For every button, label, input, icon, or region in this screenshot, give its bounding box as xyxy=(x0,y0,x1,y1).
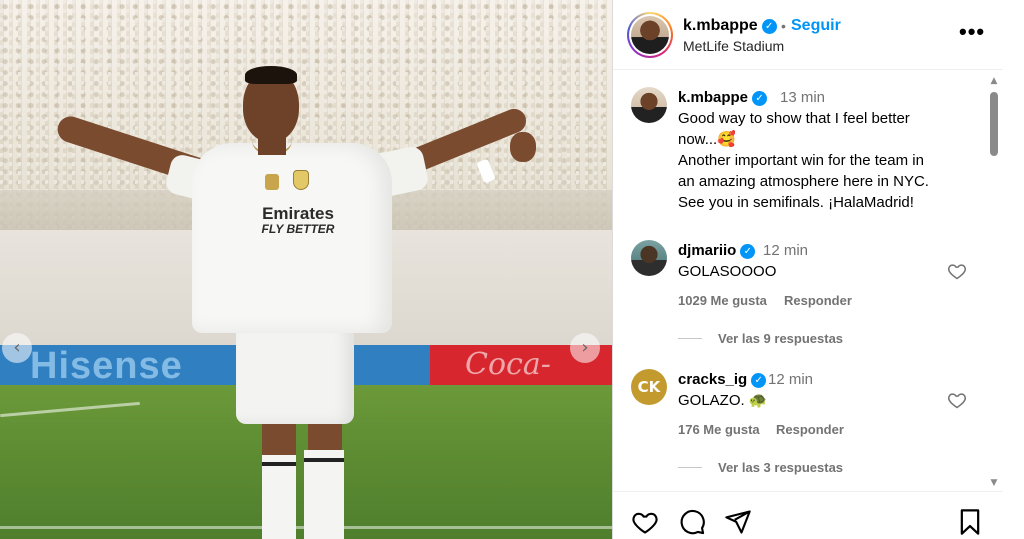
caption-username-text[interactable]: k.mbappe xyxy=(678,89,748,106)
scroll-up-arrow-icon[interactable]: ▲ xyxy=(989,76,999,86)
caption-line: now...🥰 xyxy=(678,131,736,148)
scrollbar-thumb[interactable] xyxy=(990,92,998,156)
player-shorts xyxy=(236,322,354,424)
instagram-post-window: Hisense Coca-Cola Emirates FLY BETTER xyxy=(0,0,1024,539)
comment-text: GOLASOOOO xyxy=(678,263,777,280)
comment-username-text[interactable]: djmariio xyxy=(678,242,736,259)
sock-stripe xyxy=(262,462,296,466)
shirt-sponsor: Emirates xyxy=(262,204,334,223)
chevron-right-icon: › xyxy=(581,337,589,358)
caption-line: Another important win for the team in xyxy=(678,152,924,169)
comment-likes[interactable]: 176 Me gusta xyxy=(678,422,760,437)
club-badge-icon xyxy=(265,174,279,190)
comment-likes[interactable]: 1029 Me gusta xyxy=(678,293,767,308)
follow-button[interactable]: Seguir xyxy=(791,17,841,35)
comment-avatar[interactable]: CK xyxy=(631,369,667,405)
post-actions-bar xyxy=(613,491,1003,539)
comment-username[interactable]: djmariio ✓ xyxy=(678,242,756,259)
more-options-icon[interactable]: ••• xyxy=(959,21,985,43)
comment-time[interactable]: 12 min xyxy=(763,242,808,259)
comments-scrollbar[interactable]: ▲ ▼ xyxy=(987,74,1001,490)
caption-time[interactable]: 13 min xyxy=(780,89,825,106)
player-figure: Emirates FLY BETTER xyxy=(40,60,540,539)
save-bookmark-icon[interactable] xyxy=(956,508,984,536)
replies-divider xyxy=(678,338,702,339)
reply-button[interactable]: Responder xyxy=(784,293,852,308)
author-username-text[interactable]: k.mbappe xyxy=(683,17,758,34)
player-right-hand xyxy=(510,132,536,162)
comment-username[interactable]: cracks_ig ✓ xyxy=(678,371,767,388)
view-replies-button[interactable]: Ver las 3 respuestas xyxy=(718,460,843,475)
post-photo[interactable]: Hisense Coca-Cola Emirates FLY BETTER xyxy=(0,0,612,539)
header-separator: • xyxy=(781,18,786,34)
post-side-panel: k.mbappe ✓ • Seguir MetLife Stadium ••• k… xyxy=(612,0,1003,539)
verified-badge-icon: ✓ xyxy=(761,19,777,34)
crest-icon xyxy=(293,170,309,190)
comment-bubble-icon[interactable] xyxy=(678,508,706,536)
player-shirt xyxy=(192,143,392,333)
avatar-inner xyxy=(629,14,671,56)
location-link[interactable]: MetLife Stadium xyxy=(683,38,784,54)
player-wristband xyxy=(476,158,496,184)
reply-button[interactable]: Responder xyxy=(776,422,844,437)
comment-username-text[interactable]: cracks_ig xyxy=(678,371,747,388)
comment-avatar[interactable] xyxy=(631,240,667,276)
sock-stripe xyxy=(304,458,344,462)
player-hair xyxy=(245,66,297,84)
player-right-sock xyxy=(304,450,344,539)
player-left-sock xyxy=(262,455,296,539)
post-header: k.mbappe ✓ • Seguir MetLife Stadium ••• xyxy=(613,0,1003,70)
comment-text: GOLAZO. 🐢 xyxy=(678,392,768,409)
like-heart-icon[interactable] xyxy=(631,508,659,536)
like-comment-heart-icon[interactable] xyxy=(947,390,967,410)
comments-list[interactable]: k.mbappe ✓ 13 min Good way to show that I… xyxy=(613,71,991,491)
shirt-sponsor-tagline: FLY BETTER xyxy=(261,222,335,236)
verified-badge-icon: ✓ xyxy=(740,244,756,259)
chevron-left-icon: ‹ xyxy=(13,337,21,358)
like-comment-heart-icon[interactable] xyxy=(947,261,967,281)
comment-time[interactable]: 12 min xyxy=(768,371,813,388)
caption-username[interactable]: k.mbappe ✓ xyxy=(678,89,768,106)
avatar-photo xyxy=(631,16,669,54)
caption-line: Good way to show that I feel better xyxy=(678,110,910,127)
verified-badge-icon: ✓ xyxy=(752,91,768,106)
view-replies-button[interactable]: Ver las 9 respuestas xyxy=(718,331,843,346)
previous-photo-button[interactable]: ‹ xyxy=(2,333,32,363)
caption-avatar[interactable] xyxy=(631,87,667,123)
caption-line: See you in semifinals. ¡HalaMadrid! xyxy=(678,194,914,211)
caption-text: Good way to show that I feel better now.… xyxy=(678,108,929,213)
verified-badge-icon: ✓ xyxy=(751,373,767,388)
next-photo-button[interactable]: › xyxy=(570,333,600,363)
author-username[interactable]: k.mbappe ✓ xyxy=(683,17,777,35)
share-send-icon[interactable] xyxy=(724,508,752,536)
scroll-down-arrow-icon[interactable]: ▼ xyxy=(989,478,999,488)
replies-divider xyxy=(678,467,702,468)
caption-line: an amazing atmosphere here in NYC. xyxy=(678,173,929,190)
author-avatar[interactable] xyxy=(627,12,673,58)
